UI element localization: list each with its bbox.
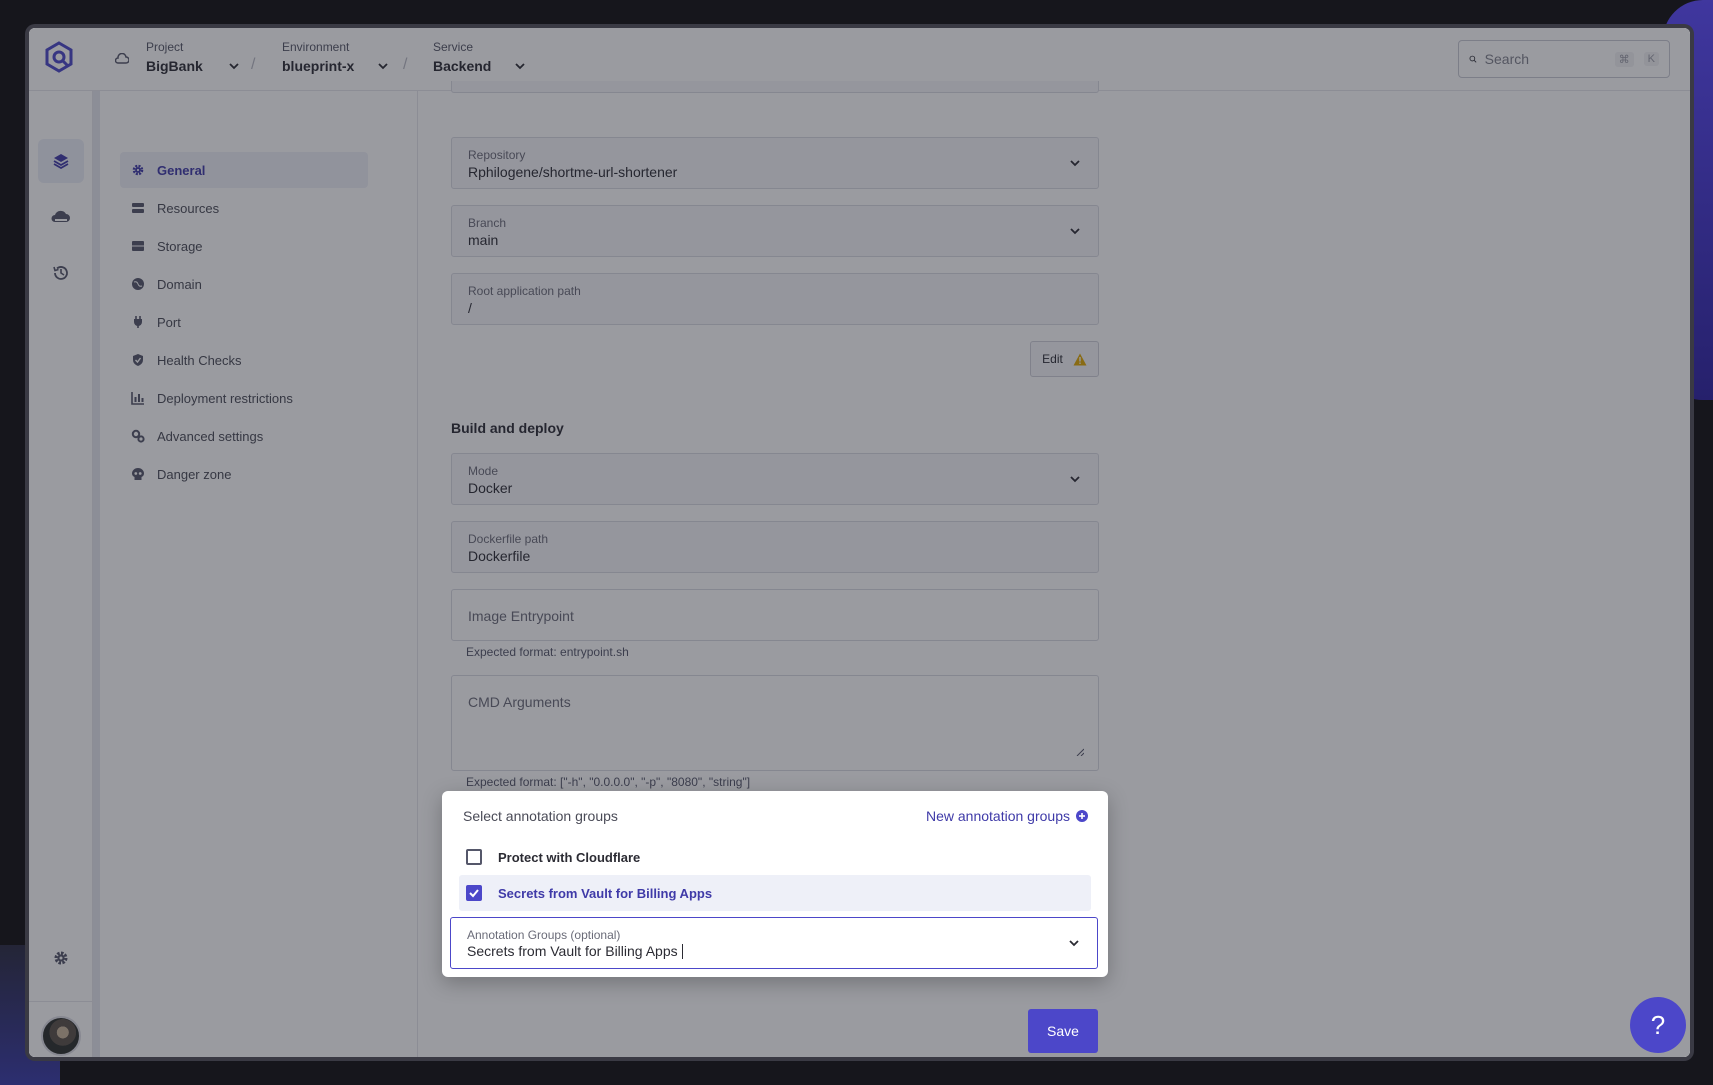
checkbox[interactable] bbox=[466, 849, 482, 865]
annotation-groups-select[interactable]: Annotation Groups (optional) Secrets fro… bbox=[450, 917, 1098, 969]
option-secrets-from-vault[interactable]: Secrets from Vault for Billing Apps bbox=[459, 875, 1091, 911]
option-label: Protect with Cloudflare bbox=[498, 849, 641, 865]
new-annotation-groups-link[interactable]: New annotation groups bbox=[926, 808, 1088, 824]
plus-circle-icon bbox=[1076, 810, 1088, 822]
help-button[interactable]: ? bbox=[1630, 997, 1686, 1053]
text-caret bbox=[681, 944, 683, 959]
new-annotation-groups-label: New annotation groups bbox=[926, 808, 1070, 824]
option-protect-with-cloudflare[interactable]: Protect with Cloudflare bbox=[459, 839, 1091, 875]
annotation-groups-label: Annotation Groups (optional) bbox=[467, 928, 621, 942]
annotation-groups-value: Secrets from Vault for Billing Apps bbox=[467, 943, 678, 959]
check-icon bbox=[469, 889, 479, 898]
chevron-down-icon bbox=[1069, 940, 1079, 947]
checkbox[interactable] bbox=[466, 885, 482, 901]
popover-title: Select annotation groups bbox=[463, 808, 618, 824]
option-label: Secrets from Vault for Billing Apps bbox=[498, 885, 713, 901]
save-button[interactable]: Save bbox=[1028, 1009, 1098, 1053]
app-window: Project BigBank / Environment blueprint-… bbox=[29, 28, 1690, 1057]
annotation-groups-popover: Select annotation groups New annotation … bbox=[442, 791, 1108, 977]
